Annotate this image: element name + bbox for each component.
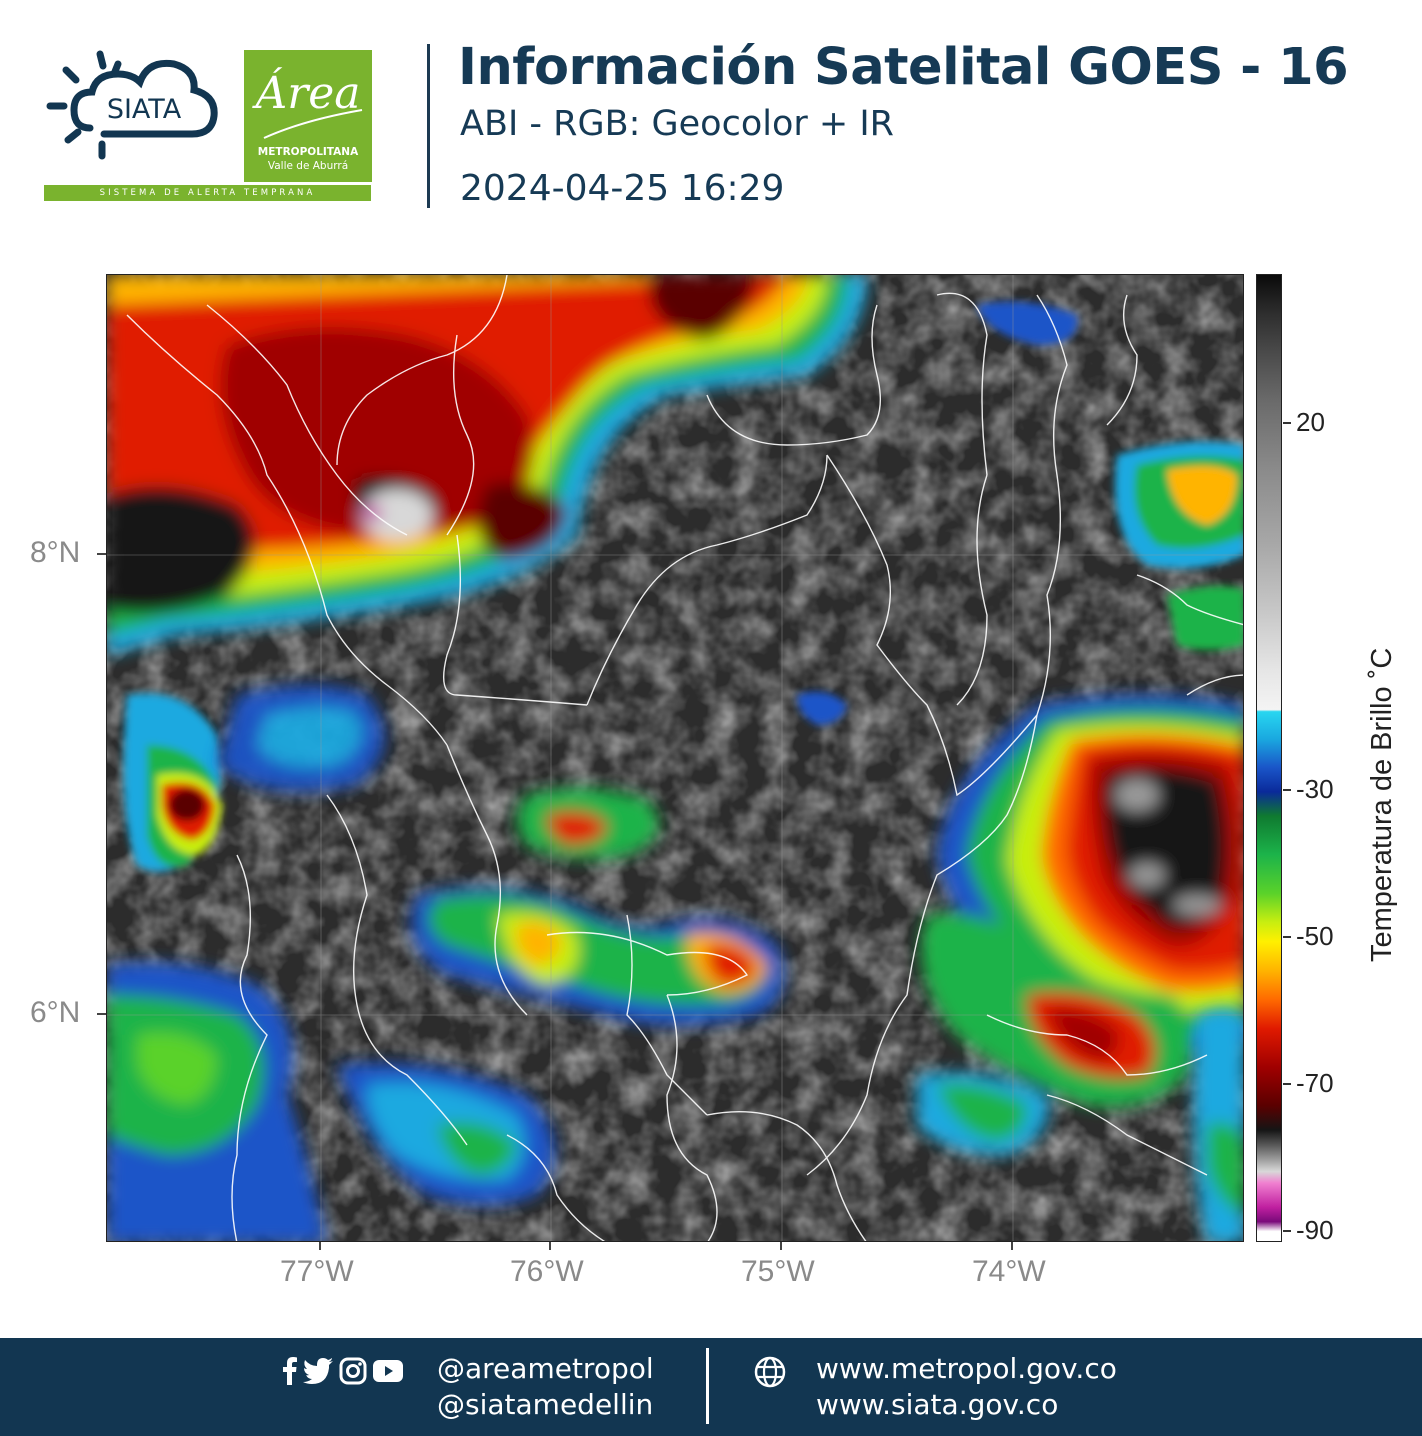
lat-label-6n: 6°N	[30, 996, 81, 1029]
lon-tick	[549, 1242, 551, 1250]
social-icons	[283, 1357, 403, 1389]
page-title: Información Satelital GOES - 16	[458, 38, 1349, 97]
colorbar-tick	[1283, 789, 1291, 791]
lon-label-76w: 76°W	[510, 1255, 584, 1288]
area-metropolitana-logo: Área METROPOLITANA Valle de Aburrá	[244, 50, 372, 182]
lat-label-8n: 8°N	[30, 536, 81, 569]
colorbar-label-minus50: -50	[1296, 921, 1334, 951]
facebook-icon[interactable]	[283, 1357, 297, 1389]
satellite-map	[106, 274, 1244, 1242]
lon-label-74w: 74°W	[972, 1255, 1046, 1288]
colorbar-title: Temperatura de Brillo ˚C	[1366, 647, 1398, 962]
colorbar-label-minus30: -30	[1296, 774, 1334, 804]
instagram-icon[interactable]	[339, 1357, 367, 1389]
link-siata[interactable]: www.siata.gov.co	[816, 1388, 1058, 1421]
handle-siatamedellin[interactable]: @siatamedellin	[437, 1388, 653, 1421]
colorbar-tick	[1283, 1083, 1291, 1085]
lat-tick	[97, 1013, 106, 1015]
area-logo-sub2: Valle de Aburrá	[267, 160, 349, 172]
siata-logo-text: SIATA	[107, 94, 182, 125]
youtube-icon[interactable]	[373, 1360, 403, 1386]
footer: @areametropol @siatamedellin www.metropo…	[0, 1338, 1422, 1436]
colorbar-label-minus90: -90	[1296, 1215, 1334, 1245]
footer-divider	[706, 1348, 709, 1424]
globe-icon	[754, 1356, 786, 1388]
handle-areametropol[interactable]: @areametropol	[437, 1352, 654, 1385]
siata-logo: SIATA	[44, 48, 224, 168]
lon-tick	[780, 1242, 782, 1250]
page-subtitle: ABI - RGB: Geocolor + IR	[460, 104, 894, 144]
image-datetime: 2024-04-25 16:29	[460, 168, 785, 209]
lon-tick	[319, 1242, 321, 1250]
colorbar-label-minus70: -70	[1296, 1068, 1334, 1098]
logo-tagline: SISTEMA DE ALERTA TEMPRANA	[44, 185, 371, 201]
colorbar-label-20: 20	[1296, 407, 1325, 437]
lon-label-75w: 75°W	[741, 1255, 815, 1288]
colorbar-tick	[1283, 1230, 1291, 1232]
header-divider	[427, 44, 430, 208]
area-logo-sub1: METROPOLITANA	[257, 146, 359, 158]
twitter-icon[interactable]	[303, 1358, 333, 1388]
colorbar-tick	[1283, 936, 1291, 938]
lon-tick	[1011, 1242, 1013, 1250]
lon-label-77w: 77°W	[280, 1255, 354, 1288]
colorbar-tick	[1283, 422, 1291, 424]
link-metropol[interactable]: www.metropol.gov.co	[816, 1352, 1117, 1385]
temperature-colorbar	[1256, 274, 1282, 1242]
lat-tick	[97, 553, 106, 555]
